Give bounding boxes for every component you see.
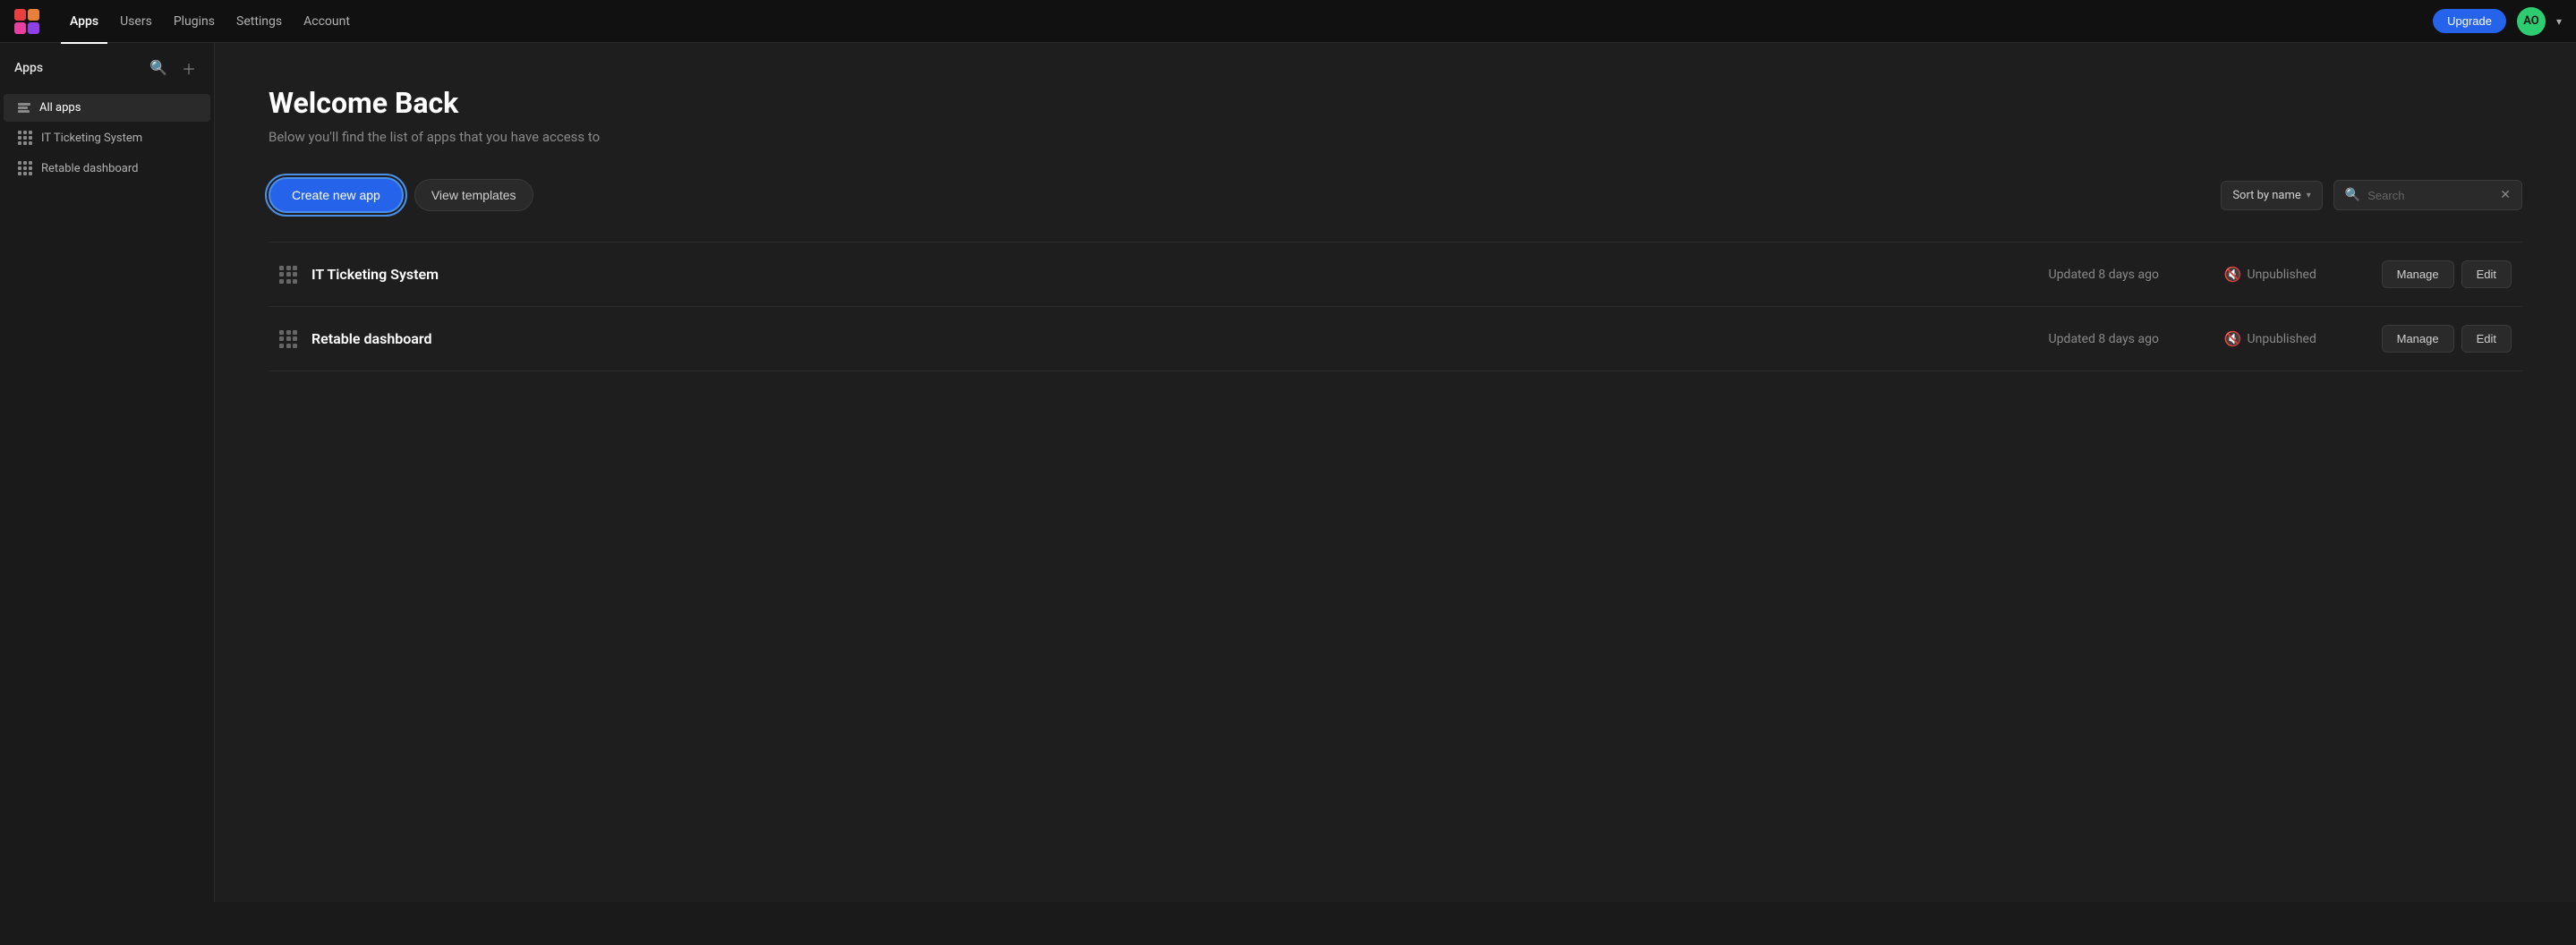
sidebar-item-it-ticketing-label: IT Ticketing System (41, 132, 142, 145)
search-icon: 🔍 (2345, 188, 2360, 202)
sidebar-item-all-apps-label: All apps (39, 101, 81, 115)
chevron-down-icon[interactable]: ▾ (2556, 15, 2562, 28)
sidebar-item-all-apps[interactable]: All apps (4, 94, 210, 122)
logo-sq-orange (28, 9, 39, 21)
unpublished-icon: 🔇 (2224, 330, 2242, 347)
logo (14, 9, 39, 34)
layout: Apps 🔍 ＋ All apps (0, 43, 2576, 902)
search-box: 🔍 ✕ (2333, 180, 2522, 210)
view-templates-button[interactable]: View templates (414, 179, 533, 211)
app-name[interactable]: IT Ticketing System (311, 266, 2034, 283)
app-actions: Manage Edit (2382, 260, 2512, 288)
search-input[interactable] (2367, 189, 2493, 202)
grid-icon-it (18, 131, 32, 145)
table-row: Retable dashboard Updated 8 days ago 🔇 U… (269, 307, 2522, 371)
sidebar-item-retable-label: Retable dashboard (41, 162, 138, 175)
sidebar-header: Apps 🔍 ＋ (0, 43, 214, 93)
logo-sq-red (14, 9, 26, 21)
window-icon (18, 103, 30, 114)
sidebar-item-retable[interactable]: Retable dashboard (4, 154, 210, 183)
app-list: IT Ticketing System Updated 8 days ago 🔇… (269, 242, 2522, 371)
upgrade-button[interactable]: Upgrade (2433, 9, 2506, 33)
sidebar-search-button[interactable]: 🔍 (146, 55, 171, 81)
logo-squares (14, 9, 39, 34)
nav-account[interactable]: Account (294, 11, 359, 32)
sort-chevron-icon: ▾ (2307, 191, 2311, 200)
edit-button[interactable]: Edit (2461, 325, 2512, 353)
sidebar-icons: 🔍 ＋ (146, 55, 200, 81)
sidebar-add-button[interactable]: ＋ (178, 55, 200, 81)
table-row: IT Ticketing System Updated 8 days ago 🔇… (269, 242, 2522, 307)
app-updated: Updated 8 days ago (2049, 332, 2210, 346)
manage-button[interactable]: Manage (2382, 325, 2454, 353)
sidebar-title: Apps (14, 61, 43, 75)
unpublished-icon: 🔇 (2224, 266, 2242, 283)
toolbar: Create new app View templates Sort by na… (269, 177, 2522, 213)
welcome-title: Welcome Back (269, 86, 2522, 120)
topnav: Apps Users Plugins Settings Account Upgr… (0, 0, 2576, 43)
create-new-app-button[interactable]: Create new app (269, 177, 404, 213)
status-badge: Unpublished (2248, 268, 2316, 282)
app-status: 🔇 Unpublished (2224, 266, 2367, 283)
status-badge: Unpublished (2248, 332, 2316, 346)
search-clear-icon[interactable]: ✕ (2500, 188, 2511, 202)
nav-settings[interactable]: Settings (227, 11, 291, 32)
sidebar-item-it-ticketing[interactable]: IT Ticketing System (4, 123, 210, 152)
app-updated: Updated 8 days ago (2049, 268, 2210, 282)
sort-label: Sort by name (2232, 189, 2300, 202)
logo-sq-pink (14, 22, 26, 34)
sidebar: Apps 🔍 ＋ All apps (0, 43, 215, 902)
nav-apps[interactable]: Apps (61, 11, 107, 32)
app-grid-icon (279, 330, 297, 348)
app-status: 🔇 Unpublished (2224, 330, 2367, 347)
avatar[interactable]: AO (2517, 7, 2546, 36)
app-actions: Manage Edit (2382, 325, 2512, 353)
manage-button[interactable]: Manage (2382, 260, 2454, 288)
grid-icon-retable (18, 161, 32, 175)
sort-dropdown[interactable]: Sort by name ▾ (2221, 181, 2323, 210)
main-content: Welcome Back Below you'll find the list … (215, 43, 2576, 902)
app-name[interactable]: Retable dashboard (311, 330, 2034, 347)
welcome-subtitle: Below you'll find the list of apps that … (269, 129, 2522, 145)
app-grid-icon (279, 266, 297, 284)
nav-right: Upgrade AO ▾ (2433, 7, 2562, 36)
logo-sq-purple (28, 22, 39, 34)
nav-links: Apps Users Plugins Settings Account (61, 11, 2433, 32)
nav-users[interactable]: Users (111, 11, 161, 32)
edit-button[interactable]: Edit (2461, 260, 2512, 288)
nav-plugins[interactable]: Plugins (165, 11, 224, 32)
